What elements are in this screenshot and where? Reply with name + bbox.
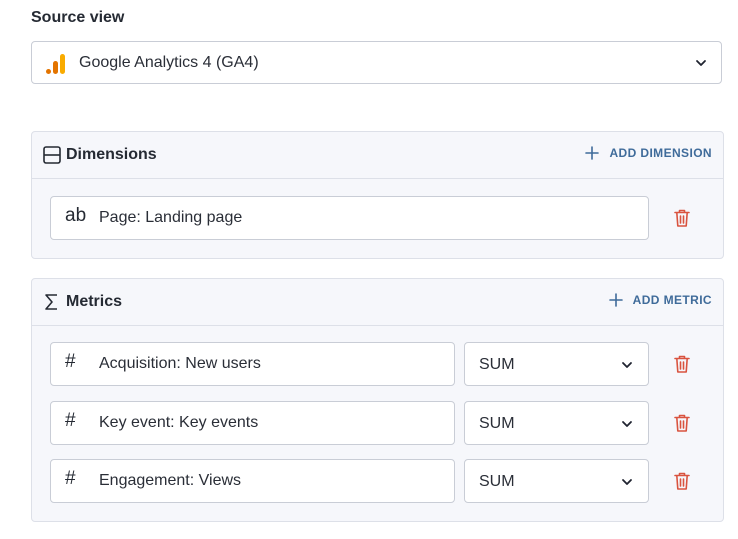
- dimensions-icon: [43, 146, 61, 164]
- aggregation-value: SUM: [479, 415, 515, 432]
- metric-field[interactable]: # Acquisition: New users: [50, 342, 455, 386]
- trash-icon[interactable]: [673, 471, 691, 491]
- chevron-down-icon: [622, 479, 632, 485]
- source-view-select[interactable]: Google Analytics 4 (GA4): [31, 41, 722, 84]
- text-type-icon: ab: [65, 205, 87, 226]
- plus-icon: [608, 293, 623, 307]
- trash-icon[interactable]: [673, 413, 691, 433]
- metrics-panel: Metrics ADD METRIC # Acquisition: New us…: [31, 278, 724, 522]
- aggregation-select[interactable]: SUM: [464, 401, 649, 445]
- metric-field-label: Engagement: Views: [99, 472, 242, 489]
- number-type-icon: #: [65, 410, 76, 431]
- metric-field[interactable]: # Key event: Key events: [50, 401, 455, 445]
- add-dimension-button[interactable]: ADD DIMENSION: [585, 146, 712, 160]
- dimension-field-label: Page: Landing page: [99, 209, 243, 226]
- trash-icon[interactable]: [673, 208, 691, 228]
- add-dimension-label: ADD DIMENSION: [609, 146, 712, 160]
- metric-field[interactable]: # Engagement: Views: [50, 459, 455, 503]
- aggregation-value: SUM: [479, 356, 515, 373]
- metric-field-label: Key event: Key events: [99, 414, 259, 431]
- number-type-icon: #: [65, 351, 76, 372]
- dimensions-header: Dimensions ADD DIMENSION: [32, 132, 723, 179]
- metrics-header: Metrics ADD METRIC: [32, 279, 723, 326]
- sigma-icon: [45, 294, 57, 310]
- plus-icon: [585, 146, 600, 160]
- dimension-field[interactable]: ab Page: Landing page: [50, 196, 649, 240]
- add-metric-button[interactable]: ADD METRIC: [608, 293, 712, 307]
- number-type-icon: #: [65, 468, 76, 489]
- dimensions-panel: Dimensions ADD DIMENSION ab Page: Landin…: [31, 131, 724, 259]
- metrics-title: Metrics: [66, 293, 123, 310]
- metric-field-label: Acquisition: New users: [99, 355, 261, 372]
- chevron-down-icon: [622, 362, 632, 368]
- field-config-root: Source view Google Analytics 4 (GA4) Dim…: [0, 0, 738, 539]
- source-view-value: Google Analytics 4 (GA4): [79, 54, 259, 71]
- trash-icon[interactable]: [673, 354, 691, 374]
- source-view-label: Source view: [31, 9, 125, 26]
- add-metric-label: ADD METRIC: [632, 293, 712, 307]
- dimensions-title: Dimensions: [66, 146, 157, 163]
- chevron-down-icon: [696, 60, 706, 66]
- google-analytics-icon: [46, 54, 65, 74]
- chevron-down-icon: [622, 421, 632, 427]
- aggregation-select[interactable]: SUM: [464, 342, 649, 386]
- aggregation-select[interactable]: SUM: [464, 459, 649, 503]
- aggregation-value: SUM: [479, 473, 515, 490]
